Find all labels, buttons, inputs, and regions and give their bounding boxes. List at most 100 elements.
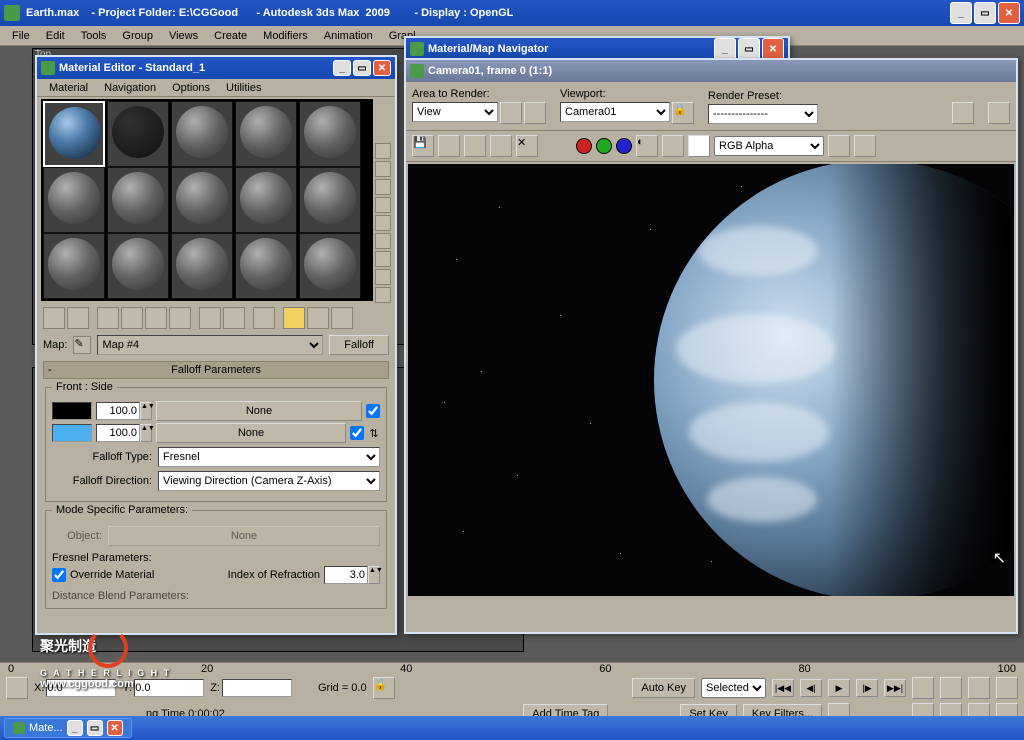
put-to-library-icon[interactable] <box>199 307 221 329</box>
edit-region-icon[interactable] <box>500 102 522 124</box>
menu-animation[interactable]: Animation <box>316 28 381 44</box>
pick-map-icon[interactable]: ✎ <box>73 336 91 354</box>
falloff-params-header[interactable]: - Falloff Parameters <box>43 361 389 379</box>
minimize-button[interactable]: _ <box>950 2 972 24</box>
render-canvas[interactable]: ↖ <box>408 164 1014 596</box>
side-value-input[interactable] <box>96 424 140 442</box>
mat-menu-utilities[interactable]: Utilities <box>218 80 269 96</box>
menu-file[interactable]: File <box>4 28 38 44</box>
material-slot-9[interactable] <box>235 167 297 233</box>
menu-create[interactable]: Create <box>206 28 255 44</box>
reset-map-icon[interactable] <box>121 307 143 329</box>
maximize-button[interactable]: ▭ <box>974 2 996 24</box>
material-slot-2[interactable] <box>107 101 169 167</box>
taskbar-max-icon[interactable]: ▭ <box>87 720 103 736</box>
show-end-result-icon[interactable] <box>283 307 305 329</box>
clear-swatch-icon[interactable] <box>688 135 710 157</box>
get-material-icon[interactable] <box>43 307 65 329</box>
map-name-select[interactable]: Map #4 <box>97 335 323 355</box>
mat-menu-material[interactable]: Material <box>41 80 96 96</box>
viewport-select[interactable]: Camera01 <box>560 102 670 122</box>
material-editor-titlebar[interactable]: Material Editor - Standard_1 _ ▭ ✕ <box>37 57 395 79</box>
nav-zoom-icon[interactable] <box>912 677 934 699</box>
make-preview-icon[interactable] <box>375 233 391 249</box>
video-check-icon[interactable] <box>375 215 391 231</box>
lock-viewport-icon[interactable]: 🔒 <box>672 102 694 124</box>
material-slot-7[interactable] <box>107 167 169 233</box>
goto-end-icon[interactable]: ▶▶| <box>884 679 906 697</box>
menu-group[interactable]: Group <box>114 28 161 44</box>
next-frame-icon[interactable]: |▶ <box>856 679 878 697</box>
mat-menu-navigation[interactable]: Navigation <box>96 80 164 96</box>
menu-edit[interactable]: Edit <box>38 28 73 44</box>
material-map-navigator-icon[interactable] <box>375 287 391 303</box>
prev-frame-icon[interactable]: ◀| <box>800 679 822 697</box>
mat-close-button[interactable]: ✕ <box>373 60 391 76</box>
nav-orbit-icon[interactable] <box>968 677 990 699</box>
spinner-arrows-icon[interactable]: ▲▼ <box>140 424 152 442</box>
close-button[interactable]: ✕ <box>998 2 1020 24</box>
environment-icon[interactable] <box>988 102 1010 124</box>
front-color-swatch[interactable] <box>52 402 92 420</box>
taskbar-close-icon[interactable]: ✕ <box>107 720 123 736</box>
backlight-icon[interactable] <box>375 161 391 177</box>
material-slot-6[interactable] <box>43 167 105 233</box>
blue-channel-icon[interactable] <box>616 138 632 154</box>
green-channel-icon[interactable] <box>596 138 612 154</box>
matnav-minimize-button[interactable]: _ <box>714 38 736 60</box>
z-coord-input[interactable] <box>222 679 292 697</box>
matnav-maximize-button[interactable]: ▭ <box>738 38 760 60</box>
nav-maxview-icon[interactable] <box>996 677 1018 699</box>
spinner-arrows-icon[interactable]: ▲▼ <box>140 402 152 420</box>
auto-region-icon[interactable] <box>524 102 546 124</box>
sample-uv-icon[interactable] <box>375 197 391 213</box>
select-by-material-icon[interactable] <box>375 269 391 285</box>
render-setup-icon[interactable] <box>952 102 974 124</box>
area-to-render-select[interactable]: View <box>412 102 498 122</box>
alpha-channel-icon[interactable]: ◐ <box>636 135 658 157</box>
spinner-arrows-icon[interactable]: ▲▼ <box>368 566 380 584</box>
auto-key-button[interactable]: Auto Key <box>632 678 695 698</box>
override-material-check[interactable] <box>52 568 66 582</box>
material-slot-15[interactable] <box>299 233 361 299</box>
mat-menu-options[interactable]: Options <box>164 80 218 96</box>
side-map-button[interactable]: None <box>156 423 346 443</box>
render-preset-select[interactable]: --------------- <box>708 104 818 124</box>
material-slot-3[interactable] <box>171 101 233 167</box>
material-slot-10[interactable] <box>299 167 361 233</box>
show-map-icon[interactable] <box>253 307 275 329</box>
clear-icon[interactable]: ✕ <box>516 135 538 157</box>
material-slot-5[interactable] <box>299 101 361 167</box>
copy-image-icon[interactable] <box>438 135 460 157</box>
assign-to-selection-icon[interactable] <box>97 307 119 329</box>
play-icon[interactable]: ▶ <box>828 679 850 697</box>
front-map-button[interactable]: None <box>156 401 362 421</box>
mat-minimize-button[interactable]: _ <box>333 60 351 76</box>
options-icon[interactable] <box>375 251 391 267</box>
material-nav-titlebar[interactable]: Material/Map Navigator _ ▭ ✕ <box>406 38 788 60</box>
material-slot-4[interactable] <box>235 101 297 167</box>
side-enable-check[interactable] <box>350 426 364 440</box>
go-forward-icon[interactable] <box>331 307 353 329</box>
material-slot-11[interactable] <box>43 233 105 299</box>
render-titlebar[interactable]: Camera01, frame 0 (1:1) <box>406 60 1016 82</box>
collapse-icon[interactable]: - <box>48 364 52 376</box>
monochrome-icon[interactable] <box>662 135 684 157</box>
menu-views[interactable]: Views <box>161 28 206 44</box>
matnav-close-button[interactable]: ✕ <box>762 38 784 60</box>
material-slot-14[interactable] <box>235 233 297 299</box>
material-slot-12[interactable] <box>107 233 169 299</box>
goto-start-icon[interactable]: |◀◀ <box>772 679 794 697</box>
put-to-scene-icon[interactable] <box>67 307 89 329</box>
material-slot-8[interactable] <box>171 167 233 233</box>
menu-modifiers[interactable]: Modifiers <box>255 28 316 44</box>
ior-input[interactable] <box>324 566 368 584</box>
taskbar-item-mate[interactable]: Mate... _ ▭ ✕ <box>4 718 132 738</box>
material-slot-13[interactable] <box>171 233 233 299</box>
red-channel-icon[interactable] <box>576 138 592 154</box>
front-value-input[interactable] <box>96 402 140 420</box>
lock-selection-icon[interactable]: 🔒 <box>373 677 395 699</box>
front-enable-check[interactable] <box>366 404 380 418</box>
falloff-type-select[interactable]: Fresnel <box>158 447 380 467</box>
make-copy-icon[interactable] <box>145 307 167 329</box>
